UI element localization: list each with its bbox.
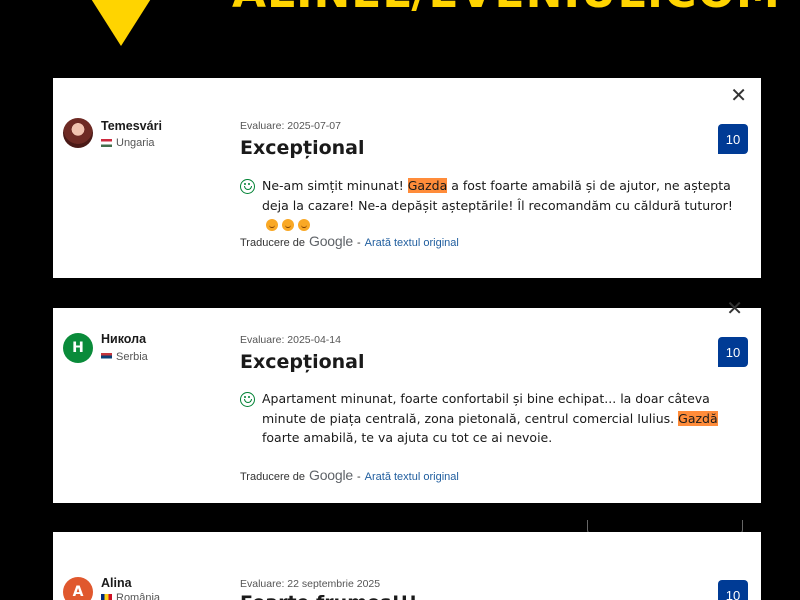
close-icon[interactable]: ✕ bbox=[730, 85, 747, 105]
review-text-part: foarte amabilă, te va ajuta cu tot ce ai… bbox=[262, 430, 553, 445]
reviewer-country: România bbox=[101, 592, 160, 600]
translated-by-label: Traducere de bbox=[240, 237, 306, 249]
banner-text: ALINEL/EVENIUL.COM bbox=[232, 0, 781, 18]
show-original-link[interactable]: Arată textul original bbox=[365, 471, 459, 483]
smiling-emoji-icon bbox=[266, 219, 278, 231]
show-original-link[interactable]: Arată textul original bbox=[365, 237, 459, 249]
avatar: A bbox=[63, 577, 93, 600]
review-text-part: Ne-am simțit minunat! bbox=[262, 178, 408, 193]
country-label: Serbia bbox=[116, 351, 148, 363]
reviewer-country: Ungaria bbox=[101, 137, 155, 149]
country-label: Ungaria bbox=[116, 137, 155, 149]
google-logo: Google bbox=[309, 233, 353, 249]
reviewer-country: Serbia bbox=[101, 351, 148, 363]
avatar bbox=[63, 118, 93, 148]
serbia-flag-icon bbox=[101, 353, 112, 361]
review-text-part: Apartament minunat, foarte confortabil ș… bbox=[262, 391, 710, 426]
romania-flag-icon bbox=[101, 594, 112, 600]
review-card: ✕ H Никола Serbia Evaluare: 2025-04-14 E… bbox=[53, 298, 761, 503]
banner-triangle-icon bbox=[88, 0, 154, 46]
review-date: Evaluare: 22 septembrie 2025 bbox=[240, 578, 381, 590]
avatar: H bbox=[63, 333, 93, 363]
score-badge: 10 bbox=[718, 580, 748, 600]
google-logo: Google bbox=[309, 467, 353, 483]
review-date: Evaluare: 2025-07-07 bbox=[240, 120, 341, 132]
review-card: ✕ Temesvári Ungaria Evaluare: 2025-07-07… bbox=[53, 78, 761, 278]
smiling-emoji-icon bbox=[298, 219, 310, 231]
close-icon[interactable]: ✕ bbox=[726, 298, 743, 318]
review-card: A Alina România Evaluare: 22 septembrie … bbox=[53, 532, 761, 600]
review-headline: Foarte frumos!!! bbox=[240, 592, 417, 600]
review-date: Evaluare: 2025-04-14 bbox=[240, 334, 341, 346]
score-badge: 10 bbox=[718, 124, 748, 154]
reviewer-name: Никола bbox=[101, 332, 147, 346]
translated-by-label: Traducere de bbox=[240, 471, 306, 483]
review-headline: Excepțional bbox=[240, 351, 365, 373]
separator: - bbox=[356, 471, 361, 483]
top-banner: ALINEL/EVENIUL.COM bbox=[0, 0, 800, 50]
smile-icon bbox=[240, 179, 255, 194]
country-label: România bbox=[116, 592, 161, 600]
translation-bar: Traducere de Google - Arată textul origi… bbox=[240, 467, 459, 483]
review-text: Ne-am simțit minunat! Gazda a fost foart… bbox=[262, 176, 752, 235]
smiling-emoji-icon bbox=[282, 219, 294, 231]
hungary-flag-icon bbox=[101, 139, 112, 147]
review-text: Apartament minunat, foarte confortabil ș… bbox=[262, 389, 752, 448]
highlighted-word: Gazda bbox=[407, 178, 448, 193]
review-headline: Excepțional bbox=[240, 137, 365, 159]
translation-bar: Traducere de Google - Arată textul origi… bbox=[240, 233, 459, 249]
reviewer-name: Temesvári bbox=[101, 119, 162, 133]
reviewer-name: Alina bbox=[101, 576, 132, 590]
highlighted-word: Gazdă bbox=[678, 410, 718, 426]
separator: - bbox=[356, 237, 361, 249]
smile-icon bbox=[240, 392, 255, 407]
score-badge: 10 bbox=[718, 337, 748, 367]
